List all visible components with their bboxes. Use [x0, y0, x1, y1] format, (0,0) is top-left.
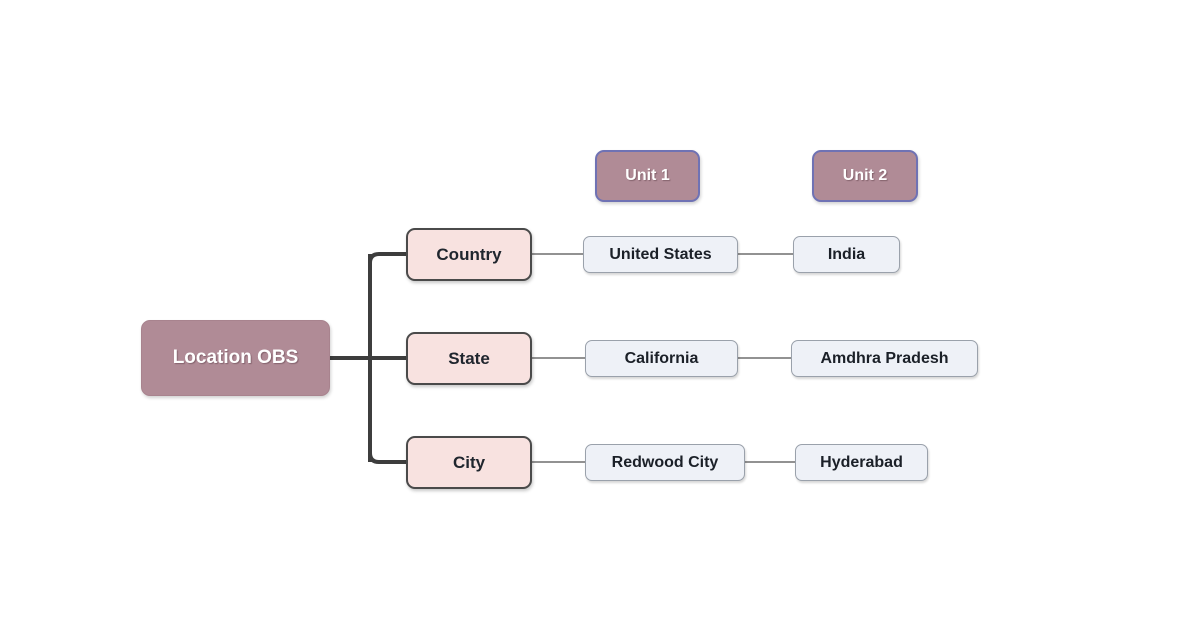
diagram-canvas: Location OBS Unit 1 Unit 2 Country Unite… — [0, 0, 1200, 630]
value-node-state-unit-2[interactable]: Amdhra Pradesh — [791, 340, 978, 377]
value-node-state-unit-1-label: California — [624, 349, 699, 367]
unit-header-1[interactable]: Unit 1 — [595, 150, 700, 202]
unit-header-1-label: Unit 1 — [625, 167, 670, 184]
category-node-city-label: City — [452, 452, 486, 472]
category-node-city[interactable]: City — [406, 436, 532, 489]
root-node-label: Location OBS — [172, 347, 299, 368]
category-node-country-label: Country — [436, 244, 502, 264]
category-node-state[interactable]: State — [406, 332, 532, 385]
value-node-city-unit-2[interactable]: Hyderabad — [795, 444, 928, 481]
category-node-state-label: State — [448, 348, 490, 368]
unit-header-2-label: Unit 2 — [842, 167, 888, 184]
connector-branch-city — [368, 452, 406, 464]
value-node-city-unit-1-label: Redwood City — [611, 453, 719, 471]
value-node-country-unit-2-label: India — [827, 245, 866, 263]
category-node-country[interactable]: Country — [406, 228, 532, 281]
value-node-country-unit-2[interactable]: India — [793, 236, 900, 273]
root-node-location-obs[interactable]: Location OBS — [141, 320, 330, 396]
value-node-country-unit-1[interactable]: United States — [583, 236, 738, 273]
value-node-city-unit-2-label: Hyderabad — [820, 453, 903, 471]
value-node-city-unit-1[interactable]: Redwood City — [585, 444, 745, 481]
value-node-state-unit-2-label: Amdhra Pradesh — [820, 349, 949, 367]
value-node-state-unit-1[interactable]: California — [585, 340, 738, 377]
value-node-country-unit-1-label: United States — [609, 245, 712, 263]
connector-lines — [330, 252, 795, 464]
unit-header-2[interactable]: Unit 2 — [812, 150, 918, 202]
connector-branch-country — [368, 252, 406, 264]
